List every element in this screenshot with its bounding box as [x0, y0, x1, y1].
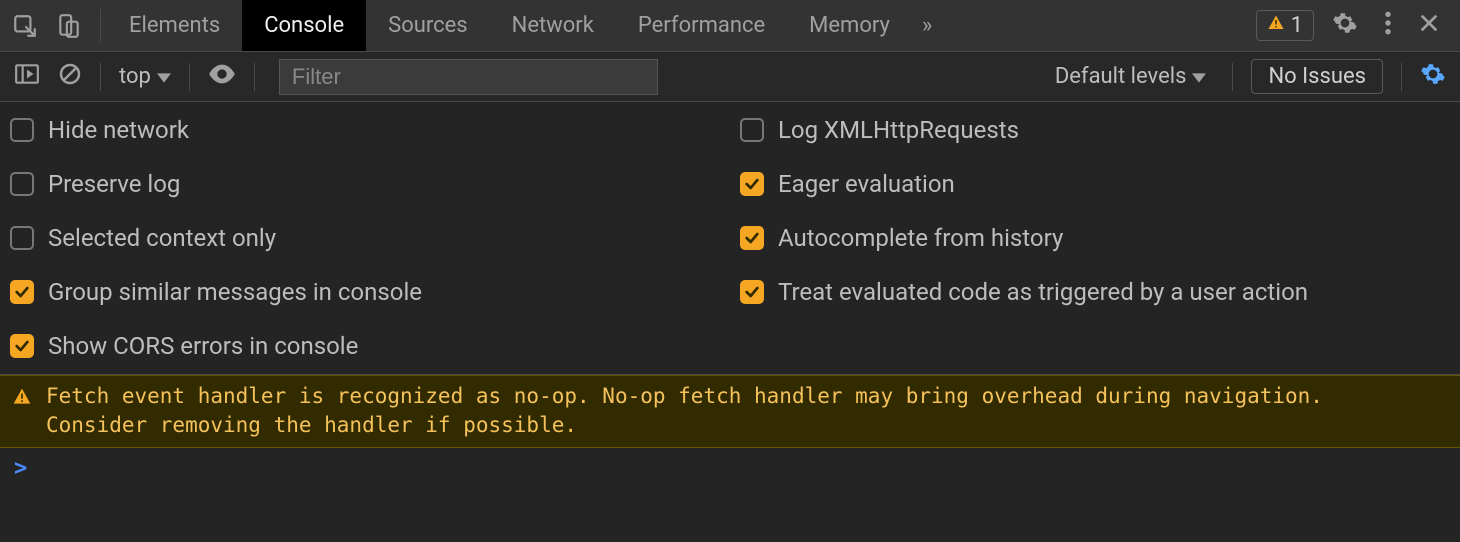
setting-label: Selected context only — [48, 224, 276, 252]
checkbox[interactable] — [10, 172, 34, 196]
divider — [1232, 63, 1233, 91]
console-prompt[interactable]: > — [0, 448, 1460, 489]
tab-elements[interactable]: Elements — [107, 0, 242, 51]
log-levels-dropdown[interactable]: Default levels — [1047, 64, 1215, 89]
setting-row: Hide network — [10, 116, 720, 144]
warning-text: Fetch event handler is recognized as no-… — [46, 382, 1396, 441]
setting-row: Group similar messages in console — [10, 278, 720, 306]
console-settings-panel: Hide network Preserve log Selected context… — [0, 102, 1460, 375]
inspect-icon[interactable] — [12, 13, 38, 39]
divider — [1401, 63, 1402, 91]
warnings-count: 1 — [1291, 13, 1303, 38]
warning-triangle-icon — [1267, 13, 1285, 38]
kebab-menu-icon[interactable] — [1384, 10, 1392, 42]
warning-triangle-icon — [12, 386, 32, 415]
setting-label: Group similar messages in console — [48, 278, 422, 306]
checkbox[interactable] — [10, 334, 34, 358]
divider — [254, 63, 255, 91]
settings-column-left: Hide network Preserve log Selected context… — [10, 116, 720, 360]
chevron-down-icon — [1192, 64, 1206, 89]
checkbox[interactable] — [740, 280, 764, 304]
log-levels-label: Default levels — [1055, 64, 1187, 89]
checkbox[interactable] — [740, 226, 764, 250]
console-settings-gear-icon[interactable] — [1420, 61, 1446, 93]
issues-button[interactable]: No Issues — [1251, 59, 1383, 94]
tabs-overflow-icon[interactable]: » — [912, 13, 942, 38]
setting-label: Hide network — [48, 116, 189, 144]
checkbox[interactable] — [740, 118, 764, 142]
eye-icon[interactable] — [208, 64, 236, 90]
setting-row: Log XMLHttpRequests — [740, 116, 1450, 144]
divider — [189, 63, 190, 91]
top-right-icons — [1332, 10, 1460, 42]
tab-sources[interactable]: Sources — [366, 0, 490, 51]
tab-network[interactable]: Network — [490, 0, 616, 51]
device-toggle-icon[interactable] — [56, 13, 82, 39]
prompt-chevron-icon: > — [14, 456, 27, 481]
top-left-icons — [0, 13, 94, 39]
setting-row: Eager evaluation — [740, 170, 1450, 198]
setting-row: Treat evaluated code as triggered by a u… — [740, 278, 1450, 306]
tab-performance[interactable]: Performance — [616, 0, 787, 51]
setting-label: Preserve log — [48, 170, 180, 198]
checkbox[interactable] — [10, 280, 34, 304]
console-toolbar: top Default levels No Issues — [0, 52, 1460, 102]
setting-row: Selected context only — [10, 224, 720, 252]
checkbox[interactable] — [10, 226, 34, 250]
setting-row: Autocomplete from history — [740, 224, 1450, 252]
setting-label: Log XMLHttpRequests — [778, 116, 1019, 144]
divider — [100, 9, 101, 43]
setting-label: Eager evaluation — [778, 170, 955, 198]
console-warning-message[interactable]: Fetch event handler is recognized as no-… — [0, 375, 1460, 448]
clear-console-icon[interactable] — [58, 62, 82, 92]
gear-icon[interactable] — [1332, 10, 1358, 42]
chevron-down-icon — [157, 64, 171, 89]
settings-column-right: Log XMLHttpRequests Eager evaluation Autoc… — [740, 116, 1450, 360]
devtools-tab-bar: Elements Console Sources Network Perform… — [0, 0, 1460, 52]
warnings-badge[interactable]: 1 — [1256, 10, 1314, 41]
toggle-sidebar-icon[interactable] — [14, 63, 40, 91]
setting-label: Autocomplete from history — [778, 224, 1063, 252]
filter-input[interactable] — [279, 59, 658, 95]
divider — [100, 63, 101, 91]
close-icon[interactable] — [1418, 12, 1440, 40]
setting-label: Show CORS errors in console — [48, 332, 358, 360]
setting-row: Show CORS errors in console — [10, 332, 720, 360]
context-label: top — [119, 64, 151, 89]
tab-memory[interactable]: Memory — [787, 0, 912, 51]
context-dropdown[interactable]: top — [119, 64, 171, 89]
setting-label: Treat evaluated code as triggered by a u… — [778, 278, 1308, 306]
checkbox[interactable] — [10, 118, 34, 142]
tab-console[interactable]: Console — [242, 0, 366, 51]
setting-row: Preserve log — [10, 170, 720, 198]
checkbox[interactable] — [740, 172, 764, 196]
